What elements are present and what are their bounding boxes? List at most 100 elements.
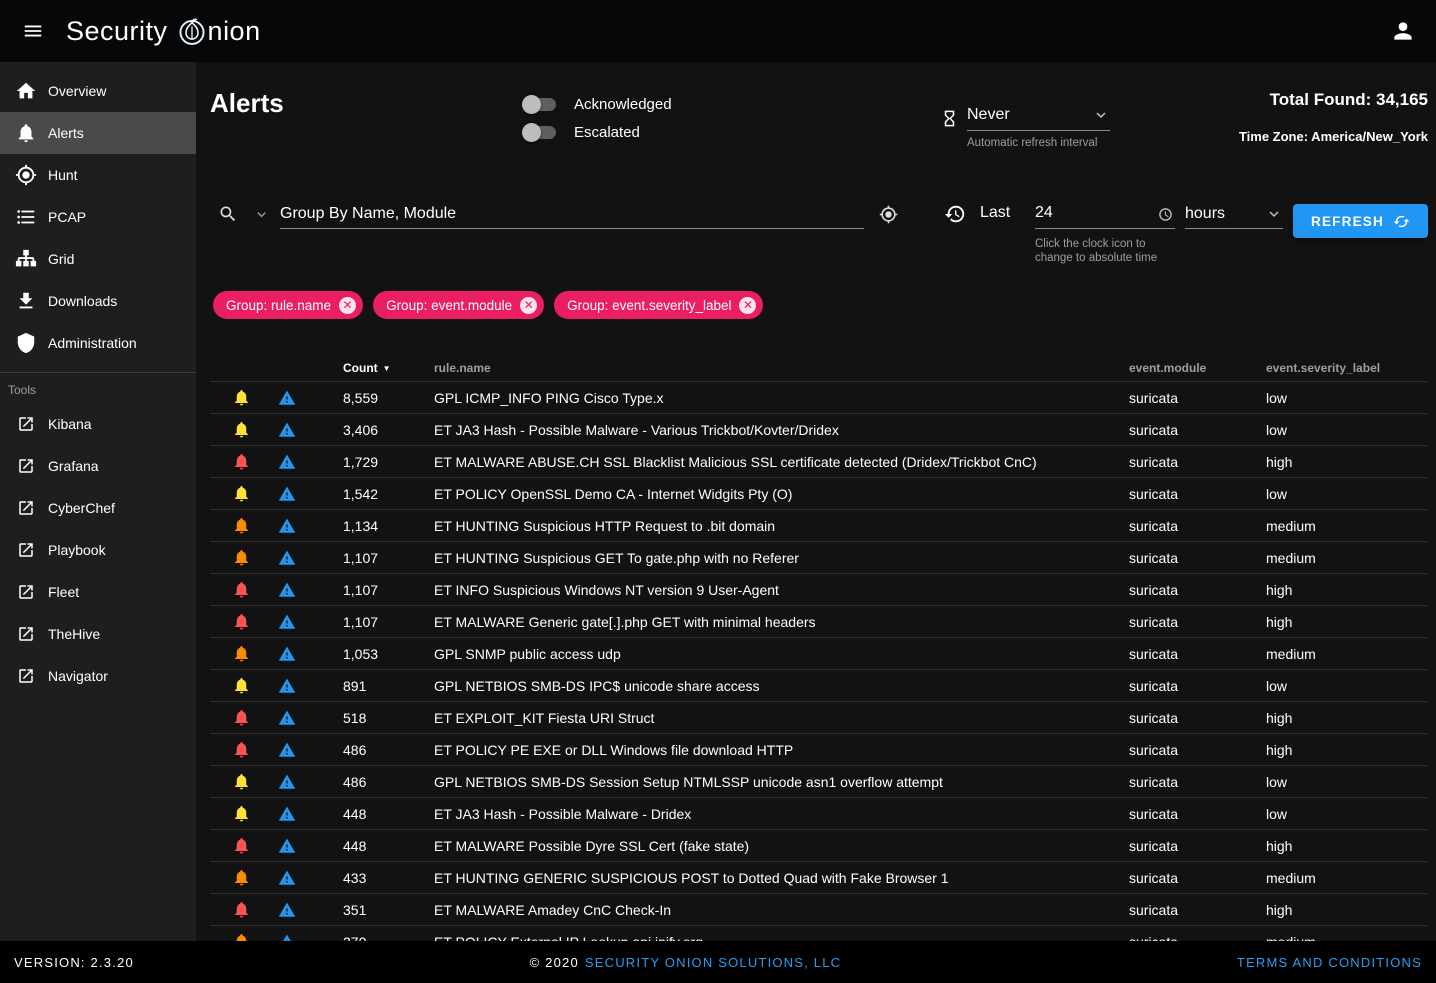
sidebar-tool-thehive[interactable]: TheHive <box>0 613 196 655</box>
severity-bell-icon[interactable] <box>232 708 251 727</box>
severity-bell-icon[interactable] <box>232 388 251 407</box>
filter-chip[interactable]: Group: event.module✕ <box>373 291 544 319</box>
refresh-button[interactable]: REFRESH <box>1293 204 1428 238</box>
table-row[interactable]: 351ET MALWARE Amadey CnC Check-Insuricat… <box>210 893 1428 925</box>
alert-detail-icon[interactable] <box>278 581 296 599</box>
alert-detail-icon[interactable] <box>278 869 296 887</box>
chevron-down-icon[interactable] <box>253 206 270 223</box>
table-row[interactable]: 1,053GPL SNMP public access udpsuricatam… <box>210 637 1428 669</box>
table-row[interactable]: 1,107ET MALWARE Generic gate[.].php GET … <box>210 605 1428 637</box>
alert-detail-icon[interactable] <box>278 741 296 759</box>
escalated-toggle[interactable] <box>522 122 558 142</box>
crosshairs-icon[interactable] <box>879 205 898 224</box>
sidebar-item-alerts[interactable]: Alerts <box>0 112 196 154</box>
duration-input[interactable] <box>1035 200 1151 226</box>
alert-detail-icon[interactable] <box>278 901 296 919</box>
alert-detail-icon[interactable] <box>278 933 296 942</box>
severity-bell-icon[interactable] <box>232 548 251 567</box>
table-row[interactable]: 1,134ET HUNTING Suspicious HTTP Request … <box>210 509 1428 541</box>
table-row[interactable]: 486GPL NETBIOS SMB-DS Session Setup NTML… <box>210 765 1428 797</box>
table-row[interactable]: 433ET HUNTING GENERIC SUSPICIOUS POST to… <box>210 861 1428 893</box>
severity-bell-icon[interactable] <box>232 484 251 503</box>
sidebar-item-downloads[interactable]: Downloads <box>0 280 196 322</box>
table-row[interactable]: 270ET POLICY External IP Lookup api.ipif… <box>210 925 1428 941</box>
acknowledged-toggle[interactable] <box>522 94 558 114</box>
severity-bell-icon[interactable] <box>232 580 251 599</box>
severity-cell: high <box>1266 454 1428 470</box>
filter-chip[interactable]: Group: event.severity_label✕ <box>554 291 763 319</box>
alert-detail-icon[interactable] <box>278 805 296 823</box>
table-row[interactable]: 1,542ET POLICY OpenSSL Demo CA - Interne… <box>210 477 1428 509</box>
severity-bell-icon[interactable] <box>232 772 251 791</box>
table-row[interactable]: 1,107ET HUNTING Suspicious GET To gate.p… <box>210 541 1428 573</box>
sidebar-tool-grafana[interactable]: Grafana <box>0 445 196 487</box>
column-header-count[interactable]: Count ▼ <box>302 361 434 375</box>
sidebar-item-administration[interactable]: Administration <box>0 322 196 364</box>
severity-bell-icon[interactable] <box>232 452 251 471</box>
table-row[interactable]: 486ET POLICY PE EXE or DLL Windows file … <box>210 733 1428 765</box>
alert-detail-icon[interactable] <box>278 709 296 727</box>
severity-bell-icon[interactable] <box>232 932 251 941</box>
rule-name-cell: ET POLICY OpenSSL Demo CA - Internet Wid… <box>434 486 1129 502</box>
sidebar-tool-playbook[interactable]: Playbook <box>0 529 196 571</box>
severity-bell-icon[interactable] <box>232 868 251 887</box>
sidebar-tool-kibana[interactable]: Kibana <box>0 403 196 445</box>
sidebar-item-grid[interactable]: Grid <box>0 238 196 280</box>
alert-detail-icon[interactable] <box>278 645 296 663</box>
severity-bell-icon[interactable] <box>232 644 251 663</box>
table-row[interactable]: 891GPL NETBIOS SMB-DS IPC$ unicode share… <box>210 669 1428 701</box>
severity-bell-icon[interactable] <box>232 740 251 759</box>
column-header-event-module[interactable]: event.module <box>1129 361 1266 375</box>
filter-chip[interactable]: Group: rule.name✕ <box>213 291 363 319</box>
account-icon[interactable] <box>1386 14 1420 48</box>
sidebar-tool-navigator[interactable]: Navigator <box>0 655 196 697</box>
table-row[interactable]: 518ET EXPLOIT_KIT Fiesta URI Structsuric… <box>210 701 1428 733</box>
severity-bell-icon[interactable] <box>232 836 251 855</box>
alert-detail-icon[interactable] <box>278 485 296 503</box>
alert-detail-icon[interactable] <box>278 549 296 567</box>
table-row[interactable]: 448ET JA3 Hash - Possible Malware - Drid… <box>210 797 1428 829</box>
sidebar-tool-cyberchef[interactable]: CyberChef <box>0 487 196 529</box>
alert-detail-icon[interactable] <box>278 517 296 535</box>
query-input[interactable] <box>280 200 864 229</box>
total-found: Total Found: 34,165 <box>1239 90 1428 110</box>
filter-chips: Group: rule.name✕ Group: event.module✕ Gro… <box>196 291 1436 319</box>
chip-close-icon[interactable]: ✕ <box>339 297 356 314</box>
terms-link[interactable]: TERMS AND CONDITIONS <box>1237 955 1422 970</box>
history-icon[interactable] <box>944 203 966 225</box>
sidebar-item-pcap[interactable]: PCAP <box>0 196 196 238</box>
clock-icon[interactable] <box>1158 207 1173 222</box>
severity-bell-icon[interactable] <box>232 676 251 695</box>
alert-detail-icon[interactable] <box>278 677 296 695</box>
search-icon[interactable] <box>218 204 238 224</box>
tools-section-label: Tools <box>0 373 196 403</box>
refresh-interval-select[interactable]: Never <box>967 106 1110 131</box>
severity-bell-icon[interactable] <box>232 516 251 535</box>
table-row[interactable]: 3,406ET JA3 Hash - Possible Malware - Va… <box>210 413 1428 445</box>
severity-bell-icon[interactable] <box>232 900 251 919</box>
chip-close-icon[interactable]: ✕ <box>520 297 537 314</box>
alert-detail-icon[interactable] <box>278 613 296 631</box>
alert-detail-icon[interactable] <box>278 453 296 471</box>
alert-detail-icon[interactable] <box>278 837 296 855</box>
sidebar-tool-fleet[interactable]: Fleet <box>0 571 196 613</box>
sidebar-item-overview[interactable]: Overview <box>0 70 196 112</box>
severity-bell-icon[interactable] <box>232 804 251 823</box>
alert-detail-icon[interactable] <box>278 389 296 407</box>
alert-detail-icon[interactable] <box>278 421 296 439</box>
menu-icon[interactable] <box>12 10 54 52</box>
duration-unit-select[interactable]: hours <box>1185 200 1283 229</box>
column-header-rule-name[interactable]: rule.name <box>434 361 1129 375</box>
sidebar-item-hunt[interactable]: Hunt <box>0 154 196 196</box>
alert-detail-icon[interactable] <box>278 773 296 791</box>
column-header-severity[interactable]: event.severity_label <box>1266 361 1428 375</box>
chip-close-icon[interactable]: ✕ <box>739 297 756 314</box>
severity-bell-icon[interactable] <box>232 612 251 631</box>
table-row[interactable]: 1,729ET MALWARE ABUSE.CH SSL Blacklist M… <box>210 445 1428 477</box>
severity-bell-icon[interactable] <box>232 420 251 439</box>
copyright-link[interactable]: SECURITY ONION SOLUTIONS, LLC <box>585 955 841 970</box>
table-row[interactable]: 8,559GPL ICMP_INFO PING Cisco Type.xsuri… <box>210 381 1428 413</box>
duration-field[interactable] <box>1035 200 1175 229</box>
table-row[interactable]: 1,107ET INFO Suspicious Windows NT versi… <box>210 573 1428 605</box>
table-row[interactable]: 448ET MALWARE Possible Dyre SSL Cert (fa… <box>210 829 1428 861</box>
